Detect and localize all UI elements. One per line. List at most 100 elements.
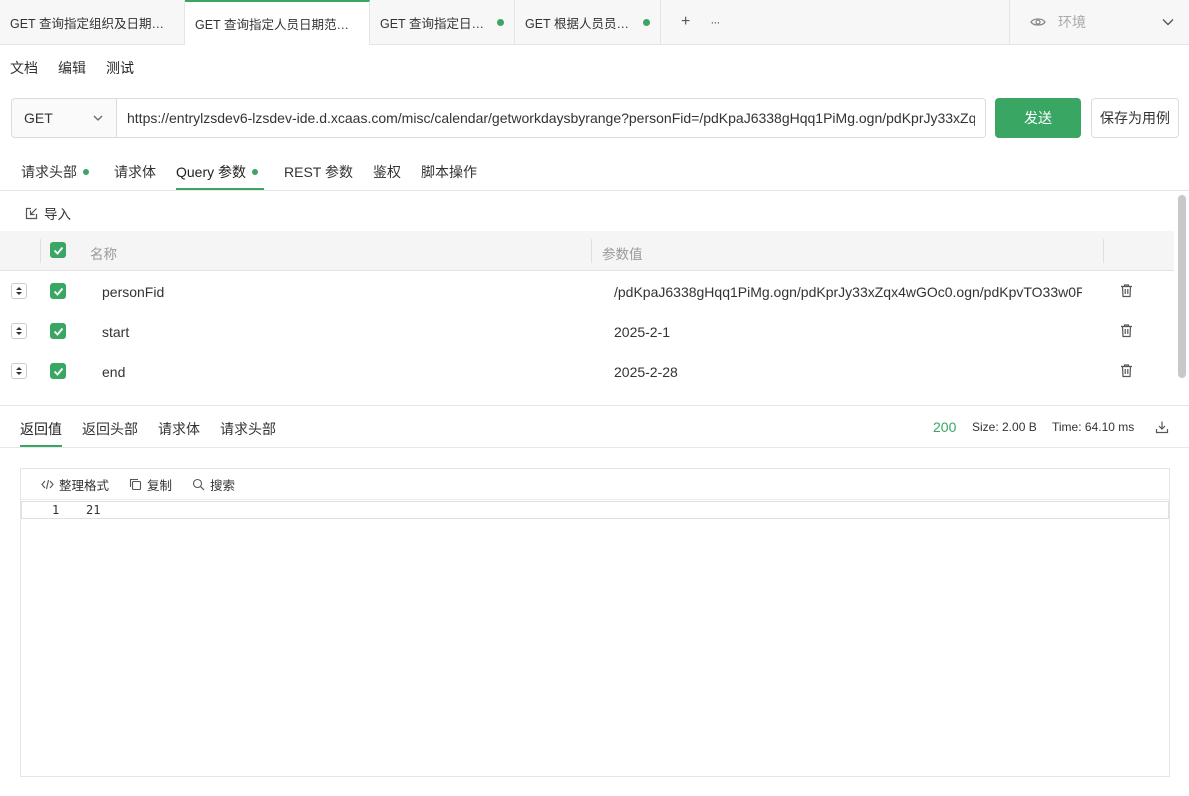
check-icon bbox=[53, 287, 63, 296]
response-time: Time: 64.10 ms bbox=[1052, 420, 1135, 434]
environment-label: 环境 bbox=[1058, 14, 1086, 30]
sort-icon bbox=[16, 367, 22, 375]
tab-test[interactable]: 测试 bbox=[106, 58, 134, 84]
active-tab-underline bbox=[20, 445, 62, 447]
request-tab-label: GET 查询指定人员日期范… bbox=[195, 18, 349, 32]
check-icon bbox=[53, 327, 63, 336]
tab-label: 请求头部 bbox=[21, 164, 77, 180]
tab-script[interactable]: 脚本操作 bbox=[421, 162, 477, 182]
trash-icon[interactable] bbox=[1119, 363, 1134, 378]
row-checkbox[interactable] bbox=[50, 363, 66, 379]
params-table-header: 名称 参数值 bbox=[0, 231, 1174, 271]
tab-response-headers[interactable]: 返回头部 bbox=[82, 419, 138, 439]
param-value[interactable]: /pdKpaJ6338gHqq1PiMg.ogn/pdKprJy33xZqx4w… bbox=[614, 284, 1082, 300]
more-icon[interactable]: ··· bbox=[710, 15, 720, 29]
search-label: 搜索 bbox=[210, 478, 236, 493]
row-checkbox[interactable] bbox=[50, 323, 66, 339]
tab-docs[interactable]: 文档 bbox=[10, 58, 38, 84]
column-divider bbox=[591, 239, 592, 263]
tab-label: REST 参数 bbox=[284, 164, 353, 180]
param-value[interactable]: 2025-2-1 bbox=[614, 324, 1082, 340]
download-icon[interactable] bbox=[1155, 420, 1169, 434]
drag-handle[interactable] bbox=[11, 323, 27, 339]
import-icon bbox=[25, 207, 38, 219]
environment-selector[interactable]: 环境 bbox=[1009, 0, 1189, 44]
column-divider bbox=[1103, 239, 1104, 263]
import-label: 导入 bbox=[44, 207, 71, 222]
drag-handle[interactable] bbox=[11, 283, 27, 299]
select-all-checkbox[interactable] bbox=[50, 242, 66, 258]
chevron-down-icon bbox=[93, 115, 103, 121]
trash-icon[interactable] bbox=[1119, 323, 1134, 338]
tab-label: Query 参数 bbox=[176, 164, 247, 180]
has-content-dot bbox=[83, 169, 89, 175]
response-body-text: 21 bbox=[86, 503, 101, 517]
table-row: personFid /pdKpaJ6338gHqq1PiMg.ogn/pdKpr… bbox=[0, 271, 1174, 311]
trash-icon[interactable] bbox=[1119, 283, 1134, 298]
format-label: 整理格式 bbox=[59, 478, 110, 493]
request-section-tabs: 请求头部 请求体 Query 参数 REST 参数 鉴权 脚本操作 bbox=[0, 150, 1189, 191]
param-name[interactable]: end bbox=[102, 364, 125, 380]
copy-label: 复制 bbox=[147, 478, 173, 493]
table-row: start 2025-2-1 bbox=[0, 311, 1174, 351]
add-tab-icon[interactable]: + bbox=[681, 13, 690, 31]
code-icon bbox=[41, 479, 54, 489]
active-tab-underline bbox=[176, 188, 264, 190]
search-button[interactable]: 搜索 bbox=[192, 475, 235, 494]
sort-icon bbox=[16, 287, 22, 295]
tab-sent-body[interactable]: 请求体 bbox=[158, 419, 200, 439]
code-line[interactable]: 1 21 bbox=[21, 501, 1169, 519]
format-button[interactable]: 整理格式 bbox=[41, 475, 109, 494]
check-icon bbox=[53, 246, 63, 255]
tab-label: 请求体 bbox=[114, 164, 156, 180]
param-value[interactable]: 2025-2-28 bbox=[614, 364, 1082, 380]
tab-label: 脚本操作 bbox=[421, 164, 477, 180]
request-tab-label: GET 查询指定日… bbox=[380, 16, 484, 31]
request-tab-label: GET 查询指定组织及日期… bbox=[10, 16, 164, 31]
row-checkbox[interactable] bbox=[50, 283, 66, 299]
copy-icon bbox=[129, 478, 142, 490]
method-label: GET bbox=[24, 110, 53, 126]
method-select[interactable]: GET bbox=[11, 98, 117, 138]
drag-handle[interactable] bbox=[11, 363, 27, 379]
modified-dot bbox=[497, 18, 504, 26]
status-code: 200 bbox=[933, 419, 957, 435]
param-name[interactable]: start bbox=[102, 324, 129, 340]
response-tabs: 返回值 返回头部 请求体 请求头部 200 Size: 2.00 B Time:… bbox=[0, 406, 1189, 448]
tab-edit[interactable]: 编辑 bbox=[58, 58, 86, 84]
tab-query-params[interactable]: Query 参数 bbox=[176, 162, 259, 182]
request-tab-label: GET 根据人员员… bbox=[525, 16, 629, 31]
tab-request-body[interactable]: 请求体 bbox=[114, 162, 156, 182]
tab-sent-headers[interactable]: 请求头部 bbox=[220, 419, 276, 439]
response-toolbar: 整理格式 复制 搜索 bbox=[21, 469, 1169, 500]
has-content-dot bbox=[252, 169, 259, 175]
tab-label: 鉴权 bbox=[373, 164, 401, 180]
request-tab[interactable]: GET 查询指定组织及日期… bbox=[0, 0, 185, 44]
tab-actions: + ··· bbox=[661, 0, 720, 44]
copy-button[interactable]: 复制 bbox=[129, 475, 172, 494]
tab-response-body[interactable]: 返回值 bbox=[20, 419, 62, 439]
import-button[interactable]: 导入 bbox=[25, 203, 71, 223]
eye-icon[interactable] bbox=[1030, 14, 1046, 30]
save-as-case-button[interactable]: 保存为用例 bbox=[1091, 98, 1179, 138]
request-tab-active[interactable]: GET 查询指定人员日期范… bbox=[185, 0, 370, 45]
url-input[interactable] bbox=[117, 98, 986, 138]
params-scrollbar[interactable] bbox=[1178, 195, 1186, 378]
line-number: 1 bbox=[52, 503, 60, 517]
column-divider bbox=[40, 239, 41, 263]
response-size: Size: 2.00 B bbox=[972, 420, 1037, 434]
tab-request-headers[interactable]: 请求头部 bbox=[21, 162, 89, 182]
mode-tabs: 文档 编辑 测试 bbox=[10, 58, 134, 84]
param-name[interactable]: personFid bbox=[102, 284, 164, 300]
chevron-down-icon bbox=[1162, 19, 1174, 26]
tab-rest-params[interactable]: REST 参数 bbox=[284, 162, 353, 182]
request-tab[interactable]: GET 查询指定日… bbox=[370, 0, 515, 44]
column-header-value: 参数值 bbox=[602, 247, 643, 262]
send-button[interactable]: 发送 bbox=[995, 98, 1081, 138]
tab-auth[interactable]: 鉴权 bbox=[373, 162, 401, 182]
table-row: end 2025-2-28 bbox=[0, 351, 1174, 391]
url-row: GET bbox=[11, 98, 986, 138]
response-viewer: 整理格式 复制 搜索 1 21 bbox=[20, 468, 1170, 777]
request-tab[interactable]: GET 根据人员员… bbox=[515, 0, 661, 44]
search-icon bbox=[192, 478, 205, 490]
